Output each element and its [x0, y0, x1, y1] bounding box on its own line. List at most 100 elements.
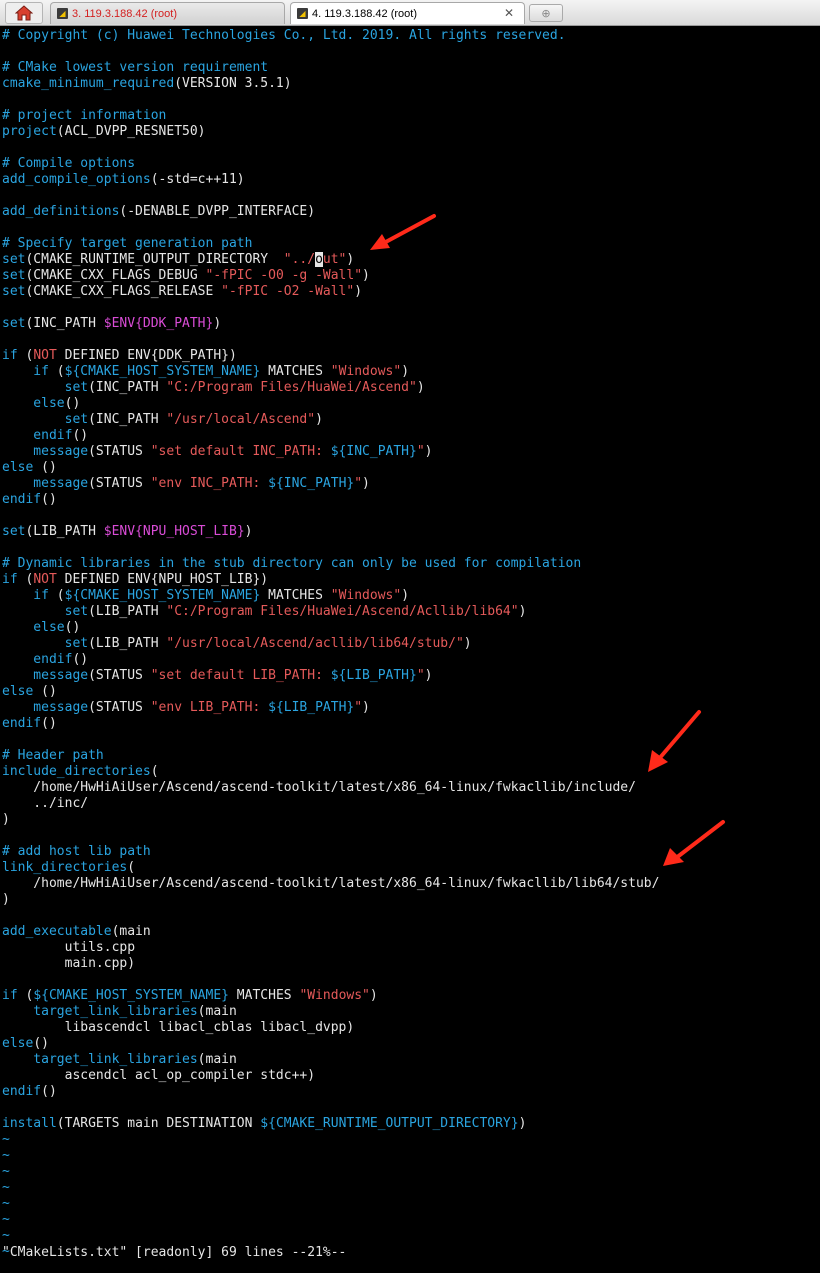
code-token: $ENV{NPU_HOST_LIB} — [103, 524, 245, 539]
code-token: target_link_libraries — [2, 1052, 198, 1067]
code-line: set(CMAKE_CXX_FLAGS_DEBUG "-fPIC -O0 -g … — [0, 268, 820, 284]
code-token: MATCHES — [260, 588, 331, 603]
code-token: if — [2, 588, 49, 603]
code-token: () — [33, 460, 57, 475]
tab-session-3[interactable]: ◢ 3. 119.3.188.42 (root) — [50, 2, 285, 24]
code-token: main.cpp) — [2, 956, 136, 971]
code-token: ) — [315, 412, 323, 427]
home-button[interactable] — [5, 2, 43, 24]
code-line: message(STATUS "set default LIB_PATH: ${… — [0, 668, 820, 684]
code-token: include_directories — [2, 764, 151, 779]
code-token: (TARGETS main DESTINATION — [56, 1116, 261, 1131]
code-line: endif() — [0, 428, 820, 444]
code-line: set(LIB_PATH $ENV{NPU_HOST_LIB}) — [0, 524, 820, 540]
code-token: ) — [518, 604, 527, 619]
code-line: set(INC_PATH $ENV{DDK_PATH}) — [0, 316, 820, 332]
code-token: DEFINED ENV{NPU_HOST_LIB}) — [56, 572, 269, 587]
code-token: ) — [346, 252, 355, 267]
code-token: project — [2, 124, 57, 139]
code-line: install(TARGETS main DESTINATION ${CMAKE… — [0, 1116, 820, 1132]
code-token: if — [2, 572, 18, 587]
code-token: ut" — [322, 252, 347, 267]
new-tab-button[interactable]: ⊕ — [529, 4, 563, 22]
code-token: set — [2, 412, 89, 427]
code-token: ../inc/ — [2, 796, 89, 811]
code-token: "C:/Program Files/HuaWei/Ascend/Acllib/l… — [166, 604, 519, 619]
close-icon[interactable]: ✕ — [504, 6, 514, 20]
code-token: (INC_PATH — [88, 380, 167, 395]
code-token: ) — [518, 1116, 527, 1131]
code-token: " — [354, 700, 363, 715]
empty-line-marker: ~ — [0, 1228, 820, 1244]
code-token: "/usr/local/Ascend" — [166, 412, 316, 427]
code-token: ) — [463, 636, 472, 651]
code-token: (CMAKE_CXX_FLAGS_DEBUG — [25, 268, 206, 283]
new-tab-icon: ⊕ — [541, 6, 551, 20]
code-token: target_link_libraries — [2, 1004, 198, 1019]
code-token: # Header path — [2, 748, 104, 763]
code-token: ) — [401, 588, 410, 603]
code-token: "-fPIC -O0 -g -Wall" — [205, 268, 363, 283]
code-token: ~ — [2, 1148, 10, 1163]
code-token: MATCHES — [228, 988, 300, 1003]
code-line: ../inc/ — [0, 796, 820, 812]
code-token: "-fPIC -O2 -Wall" — [221, 284, 355, 299]
code-token: "../ — [283, 252, 316, 267]
code-line: target_link_libraries(main — [0, 1004, 820, 1020]
code-line: if (NOT DEFINED ENV{DDK_PATH}) — [0, 348, 820, 364]
code-token: set — [2, 316, 26, 331]
code-token: endif — [2, 492, 42, 507]
code-line: # project information — [0, 108, 820, 124]
code-token: link_directories — [2, 860, 128, 875]
code-token: "env INC_PATH: — [150, 476, 269, 491]
code-token: utils.cpp — [2, 940, 136, 955]
code-line: endif() — [0, 492, 820, 508]
code-token: add_executable — [2, 924, 112, 939]
code-token: ) — [369, 988, 378, 1003]
code-token: ${INC_PATH} — [330, 444, 417, 459]
code-token: ${LIB_PATH} — [268, 700, 355, 715]
code-token: set — [2, 268, 26, 283]
code-token: ) — [362, 268, 370, 283]
code-line: # CMake lowest version requirement — [0, 60, 820, 76]
code-token: if — [2, 988, 18, 1003]
code-token: add_compile_options — [2, 172, 151, 187]
code-token: ${CMAKE_HOST_SYSTEM_NAME} — [64, 588, 261, 603]
code-token: ) — [2, 812, 10, 827]
code-token: " — [416, 668, 425, 683]
terminal-session-icon: ◢ — [297, 8, 308, 19]
code-token: (INC_PATH — [25, 316, 104, 331]
code-token: ) — [354, 284, 363, 299]
code-token: DEFINED ENV{DDK_PATH}) — [56, 348, 237, 363]
code-token: (-DENABLE_DVPP_INTERFACE) — [119, 204, 316, 219]
tab-session-4[interactable]: ◢ 4. 119.3.188.42 (root) ✕ — [290, 2, 525, 24]
code-line: /home/HwHiAiUser/Ascend/ascend-toolkit/l… — [0, 876, 820, 892]
code-token: endif — [2, 652, 73, 667]
code-token: set — [2, 252, 26, 267]
empty-line-marker: ~ — [0, 1180, 820, 1196]
code-token: endif — [2, 716, 42, 731]
code-token: ${CMAKE_HOST_SYSTEM_NAME} — [33, 988, 229, 1003]
code-token: ) — [416, 380, 425, 395]
code-token: "set default INC_PATH: — [150, 444, 331, 459]
code-token: ) — [362, 700, 370, 715]
code-token: "env LIB_PATH: — [150, 700, 269, 715]
code-token: (STATUS — [88, 700, 151, 715]
code-line: else() — [0, 620, 820, 636]
code-line: if (${CMAKE_HOST_SYSTEM_NAME} MATCHES "W… — [0, 588, 820, 604]
empty-line-marker: ~ — [0, 1164, 820, 1180]
code-line: libascendcl libacl_cblas libacl_dvpp) — [0, 1020, 820, 1036]
code-token: libascendcl libacl_cblas libacl_dvpp) — [2, 1020, 355, 1035]
code-line: add_compile_options(-std=c++11) — [0, 172, 820, 188]
code-token: ~ — [2, 1164, 10, 1179]
code-token: # add host lib path — [2, 844, 151, 859]
code-line: project(ACL_DVPP_RESNET50) — [0, 124, 820, 140]
code-token: install — [2, 1116, 57, 1131]
